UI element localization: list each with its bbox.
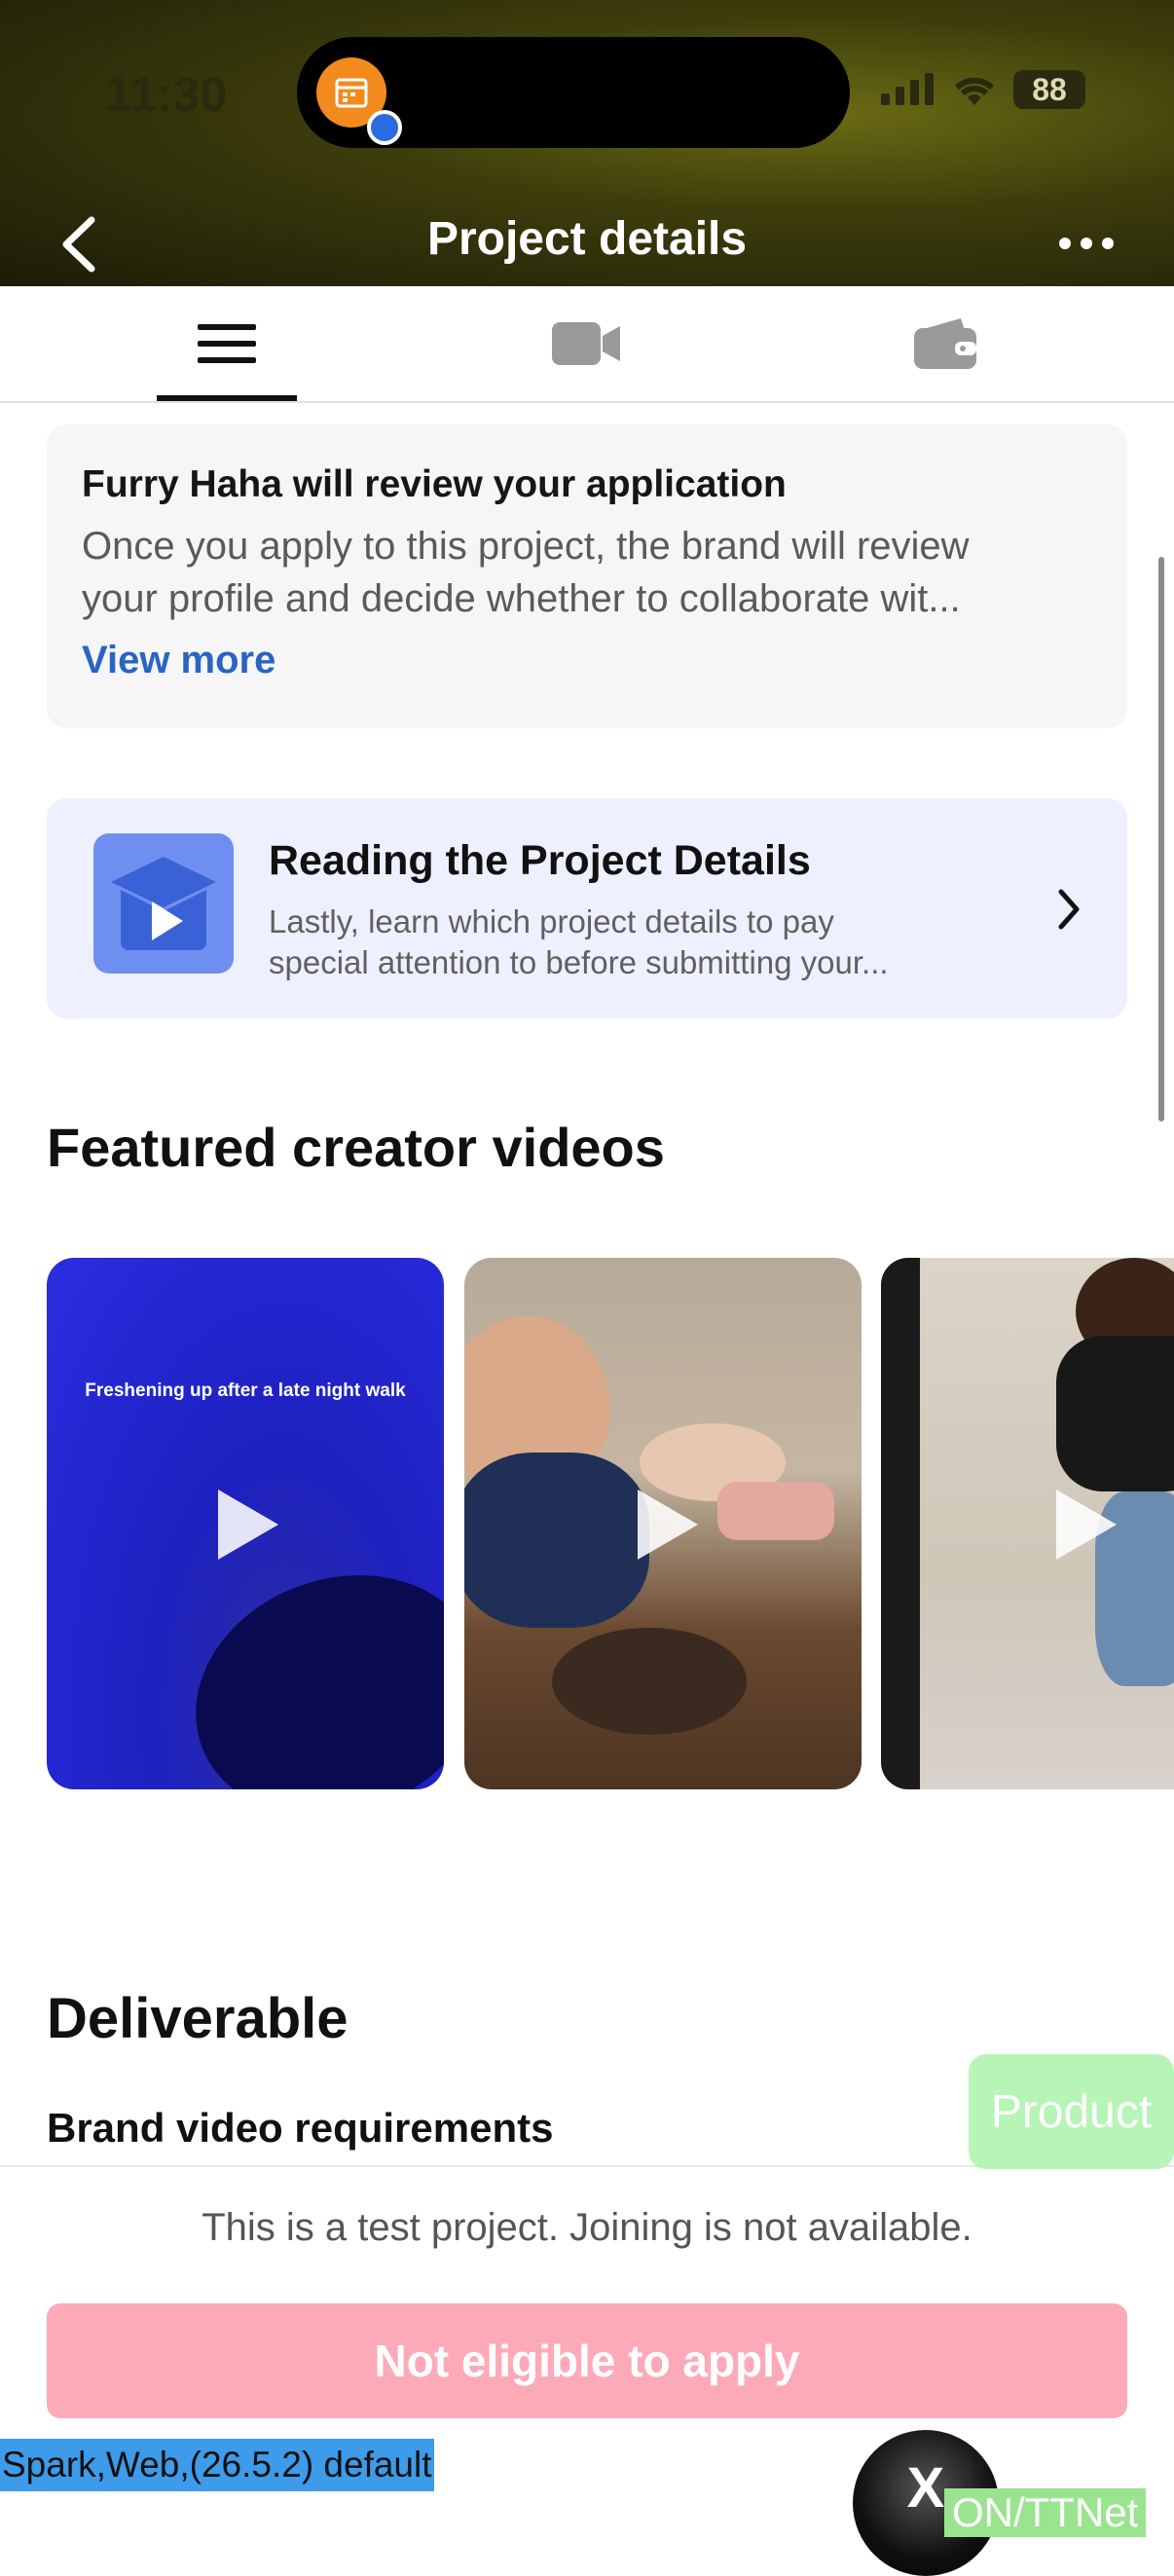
- badge-icon: [367, 110, 402, 145]
- battery-indicator: 88: [1013, 70, 1085, 109]
- featured-videos-carousel[interactable]: Freshening up after a late night walk: [47, 1258, 1174, 1789]
- tab-details[interactable]: [157, 286, 297, 401]
- more-dot-icon: [1081, 238, 1092, 249]
- view-more-link[interactable]: View more: [82, 639, 275, 682]
- wifi-icon: [954, 77, 995, 105]
- video-image-person-shirt: [1056, 1336, 1174, 1491]
- review-info-card: Furry Haha will review your application …: [47, 424, 1127, 728]
- brand-video-requirements-heading: Brand video requirements: [47, 2105, 554, 2151]
- menu-icon: [198, 324, 256, 363]
- play-icon: [1056, 1490, 1117, 1560]
- video-thumbnail[interactable]: Freshening up after a late night walk: [47, 1258, 444, 1789]
- learn-card-title: Reading the Project Details: [269, 837, 811, 884]
- video-image-cat: [552, 1628, 747, 1735]
- chevron-right-icon: [1058, 889, 1080, 930]
- video-image-bed: [717, 1482, 834, 1540]
- test-project-note: This is a test project. Joining is not a…: [202, 2206, 972, 2249]
- review-card-title: Furry Haha will review your application: [82, 463, 787, 505]
- featured-videos-heading: Featured creator videos: [47, 1117, 665, 1178]
- learn-project-details-card[interactable]: Reading the Project Details Lastly, lear…: [47, 798, 1127, 1018]
- video-thumbnail[interactable]: [881, 1258, 1174, 1789]
- video-caption: Freshening up after a late night walk: [85, 1380, 406, 1401]
- learn-card-description: Lastly, learn which project details to p…: [269, 902, 1047, 983]
- video-camera-icon: [552, 322, 620, 365]
- status-time: 11:30: [105, 67, 228, 122]
- learn-desc-line: special attention to before submitting y…: [269, 944, 889, 980]
- review-card-body: Once you apply to this project, the bran…: [82, 520, 1094, 625]
- more-dot-icon: [1059, 238, 1071, 249]
- review-body-line: Once you apply to this project, the bran…: [82, 525, 970, 568]
- review-body-line: your profile and decide whether to colla…: [82, 577, 961, 620]
- header-bar: 11:30 88 Project details: [0, 0, 1174, 286]
- apply-button[interactable]: Not eligible to apply: [47, 2303, 1127, 2418]
- video-image-shirt: [464, 1453, 649, 1628]
- tab-payment[interactable]: [875, 286, 1015, 401]
- wallet-icon: [914, 318, 976, 369]
- scrollbar[interactable]: [1158, 557, 1164, 1122]
- page-title: Project details: [426, 213, 748, 265]
- more-options-button[interactable]: [1059, 238, 1114, 249]
- play-icon: [638, 1490, 698, 1560]
- more-dot-icon: [1102, 238, 1114, 249]
- video-image-door-edge: [881, 1258, 920, 1789]
- deliverable-heading: Deliverable: [47, 1987, 349, 2050]
- active-tab-indicator: [157, 395, 297, 401]
- play-icon: [218, 1490, 278, 1560]
- status-indicators: 88: [881, 70, 1085, 109]
- tab-videos[interactable]: [517, 286, 657, 401]
- video-image-shadow: [162, 1535, 444, 1789]
- network-tag: ON/TTNet: [944, 2488, 1147, 2537]
- cellular-signal-icon: [881, 73, 934, 105]
- video-thumbnail[interactable]: [464, 1258, 862, 1789]
- learn-desc-line: Lastly, learn which project details to p…: [269, 903, 834, 939]
- graduation-cap-play-icon: [93, 833, 234, 974]
- product-floating-button[interactable]: Product: [969, 2054, 1174, 2169]
- tab-bar: [0, 286, 1174, 403]
- debug-label: Spark,Web,(26.5.2) default: [0, 2439, 434, 2491]
- dynamic-island[interactable]: [297, 37, 850, 148]
